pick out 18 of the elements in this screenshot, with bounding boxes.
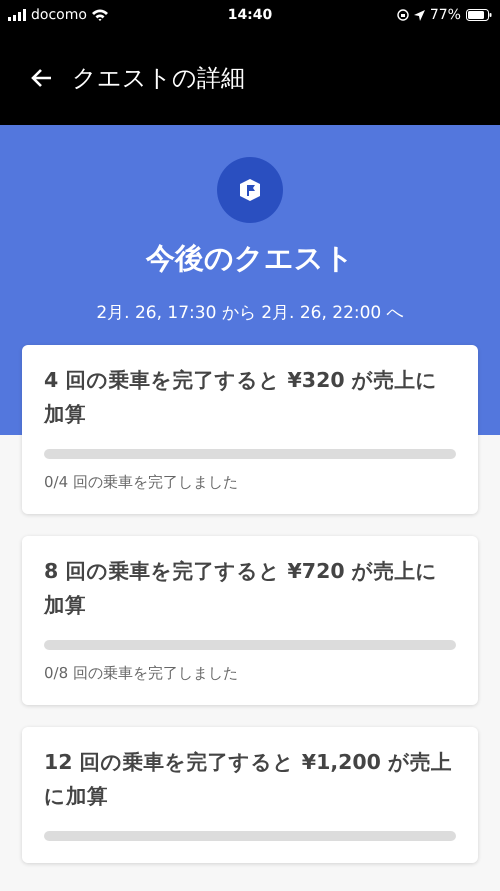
rotation-lock-icon (396, 9, 409, 21)
wifi-icon (92, 9, 108, 21)
back-button[interactable] (30, 68, 52, 88)
page-title: クエストの詳細 (72, 62, 245, 94)
battery-percent: 77% (430, 7, 461, 23)
status-time: 14:40 (228, 7, 272, 23)
section-title: 今後のクエスト (146, 240, 354, 277)
flag-icon (217, 157, 283, 223)
battery-icon (466, 9, 492, 21)
progress-text: 0/4 回の乗車を完了しました (44, 473, 239, 492)
date-range: 2月. 26, 17:30 から 2月. 26, 22:00 へ (96, 302, 404, 324)
carrier-name: docomo (31, 7, 87, 23)
signal-icon (8, 9, 26, 21)
location-icon (414, 10, 425, 20)
quest-title: 4 回の乗車を完了すると ¥320 が売上に加算 (44, 367, 439, 428)
progress-text: 0/8 回の乗車を完了しました (44, 664, 239, 683)
quest-title: 8 回の乗車を完了すると ¥720 が売上に加算 (44, 558, 439, 619)
quest-title: 12 回の乗車を完了すると ¥1,200 が売上に加算 (44, 749, 454, 810)
